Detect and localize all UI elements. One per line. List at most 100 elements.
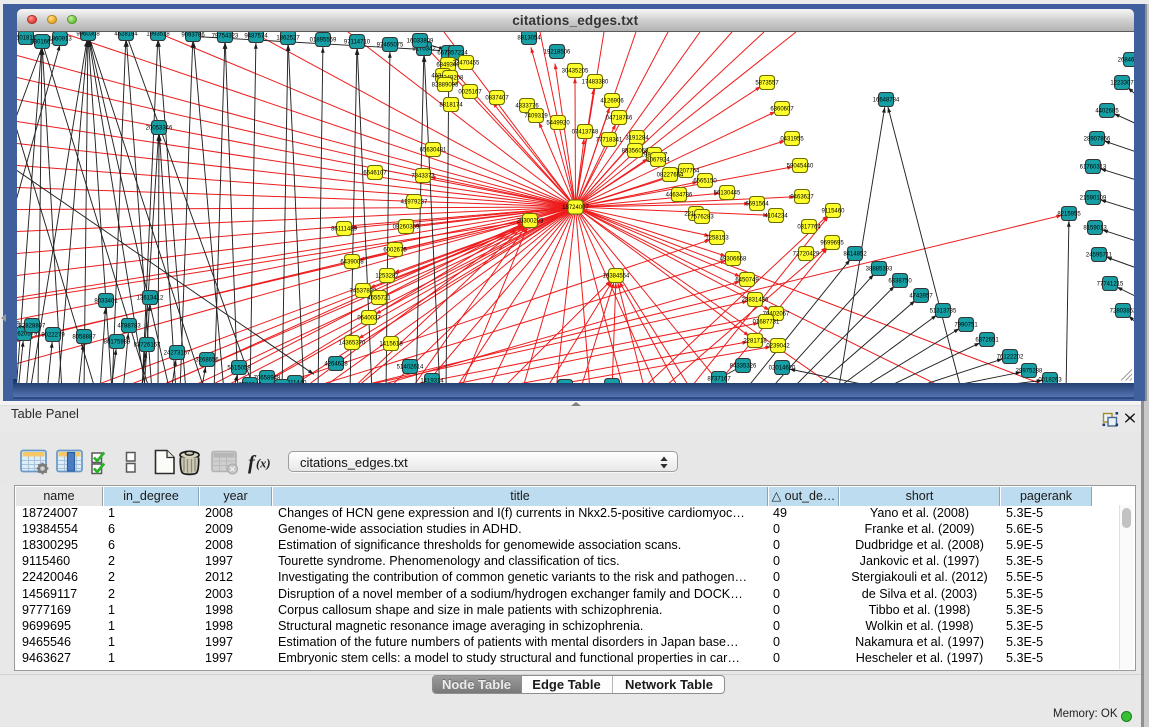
svg-text:4628194: 4628194 <box>114 32 138 38</box>
svg-text:4126906: 4126906 <box>600 98 624 104</box>
svg-text:79754323: 79754323 <box>212 33 239 39</box>
svg-text:02014620: 02014620 <box>769 365 796 371</box>
svg-text:18724007: 18724007 <box>562 205 589 211</box>
svg-text:29975288: 29975288 <box>1016 368 1043 374</box>
svg-text:3191284: 3191284 <box>625 135 649 141</box>
svg-text:65630481: 65630481 <box>420 147 447 153</box>
svg-text:0837407: 0837407 <box>485 95 509 101</box>
svg-text:72720429: 72720429 <box>793 251 820 257</box>
svg-text:83726167: 83726167 <box>134 342 161 348</box>
svg-text:5873557: 5873557 <box>755 80 779 86</box>
svg-text:26846563: 26846563 <box>1118 57 1134 63</box>
svg-text:0640037: 0640037 <box>357 315 381 321</box>
svg-text:1223307: 1223307 <box>1110 80 1134 86</box>
svg-text:01687731: 01687731 <box>753 319 780 325</box>
svg-text:6360607: 6360607 <box>770 106 794 112</box>
svg-text:77718341: 77718341 <box>596 137 623 143</box>
svg-text:6450749: 6450749 <box>735 277 759 283</box>
svg-text:16648784: 16648784 <box>873 97 900 103</box>
svg-text:56130445: 56130445 <box>714 190 741 196</box>
svg-text:84335326: 84335326 <box>730 363 757 369</box>
svg-text:38885393: 38885393 <box>866 266 893 272</box>
svg-text:85356068: 85356068 <box>622 148 649 154</box>
svg-text:49306668: 49306668 <box>720 256 747 262</box>
svg-text:6439008: 6439008 <box>340 259 364 265</box>
svg-text:6002675: 6002675 <box>383 247 407 253</box>
svg-text:8813054: 8813054 <box>517 35 541 41</box>
svg-text:8737167: 8737167 <box>707 376 731 382</box>
svg-text:1258153: 1258153 <box>705 235 729 241</box>
svg-text:80175989: 80175989 <box>104 339 131 345</box>
svg-text:1419314: 1419314 <box>420 378 444 383</box>
svg-text:0239042: 0239042 <box>766 343 790 349</box>
svg-text:4743957: 4743957 <box>909 293 933 299</box>
svg-text:8818174: 8818174 <box>439 102 463 108</box>
svg-text:28907866: 28907866 <box>1084 136 1111 142</box>
svg-text:1862527: 1862527 <box>276 35 300 41</box>
svg-text:22470455: 22470455 <box>453 60 480 66</box>
svg-text:8058887: 8058887 <box>72 334 96 340</box>
svg-text:5515058: 5515058 <box>227 365 251 371</box>
svg-text:8215955: 8215955 <box>1057 211 1081 217</box>
svg-text:7058649: 7058649 <box>238 382 262 383</box>
svg-text:61760313: 61760313 <box>1080 164 1107 170</box>
svg-text:24595711: 24595711 <box>1086 252 1113 258</box>
svg-text:4402685: 4402685 <box>1095 108 1119 114</box>
svg-text:72803852: 72803852 <box>1110 308 1134 314</box>
svg-text:6372651: 6372651 <box>975 337 999 343</box>
svg-text:8414852: 8414852 <box>843 251 867 257</box>
svg-text:1415618: 1415618 <box>379 341 403 347</box>
svg-text:9960308: 9960308 <box>76 32 100 38</box>
svg-text:13613412: 13613412 <box>137 295 164 301</box>
svg-text:20053346: 20053346 <box>146 125 173 131</box>
svg-text:8159013: 8159013 <box>1083 225 1107 231</box>
svg-text:6338750: 6338750 <box>888 278 912 284</box>
svg-text:1860913: 1860913 <box>48 36 72 42</box>
svg-text:82889093: 82889093 <box>432 82 459 88</box>
svg-text:14365370: 14365370 <box>339 340 366 346</box>
svg-text:9487574: 9487574 <box>244 33 268 39</box>
svg-text:9115460: 9115460 <box>822 208 846 214</box>
svg-text:97114710: 97114710 <box>344 39 371 45</box>
svg-text:(x): (x) <box>256 457 271 471</box>
svg-text:08227654: 08227654 <box>657 172 684 178</box>
svg-text:6691564: 6691564 <box>745 201 769 207</box>
svg-text:6546107: 6546107 <box>363 170 387 176</box>
svg-text:9093786: 9093786 <box>181 32 205 38</box>
svg-text:0317764: 0317764 <box>797 224 821 230</box>
svg-text:51402614: 51402614 <box>397 364 424 370</box>
svg-text:82828807: 82828807 <box>19 323 46 329</box>
svg-text:04718746: 04718746 <box>606 115 633 121</box>
svg-text:77741215: 77741215 <box>1097 281 1124 287</box>
svg-text:4788783: 4788783 <box>117 323 141 329</box>
svg-text:59045440: 59045440 <box>787 163 814 169</box>
svg-text:41979237: 41979237 <box>401 199 428 205</box>
svg-text:0018263: 0018263 <box>1038 377 1062 383</box>
svg-text:17483380: 17483380 <box>582 79 609 85</box>
svg-text:19218506: 19218506 <box>544 49 571 55</box>
svg-text:1253287: 1253287 <box>375 273 399 279</box>
svg-text:21590109: 21590109 <box>1080 195 1107 201</box>
svg-text:09260309: 09260309 <box>393 224 420 230</box>
svg-text:4104234: 4104234 <box>764 213 788 219</box>
svg-text:7990751: 7990751 <box>954 322 978 328</box>
svg-text:6565150: 6565150 <box>693 178 717 184</box>
svg-text:28831436: 28831436 <box>742 297 769 303</box>
svg-text:2281718: 2281718 <box>743 338 767 344</box>
svg-text:7576283: 7576283 <box>690 214 714 220</box>
svg-text:3268656: 3268656 <box>195 357 219 363</box>
svg-text:0025167: 0025167 <box>458 89 482 95</box>
svg-text:1067924: 1067924 <box>646 157 670 163</box>
svg-text:07413748: 07413748 <box>572 129 599 135</box>
svg-text:9463627: 9463627 <box>790 194 814 200</box>
svg-text:97465075: 97465075 <box>377 42 404 48</box>
svg-text:44634786: 44634786 <box>666 192 693 198</box>
svg-text:7343373: 7343373 <box>411 173 435 179</box>
svg-text:16033809: 16033809 <box>407 38 434 44</box>
svg-text:4655721: 4655721 <box>367 295 391 301</box>
svg-text:4264628: 4264628 <box>324 361 348 367</box>
svg-text:8033401: 8033401 <box>94 298 118 304</box>
svg-text:51313735: 51313735 <box>930 308 957 314</box>
svg-text:5449920: 5449920 <box>546 120 570 126</box>
svg-text:76122202: 76122202 <box>997 354 1024 360</box>
